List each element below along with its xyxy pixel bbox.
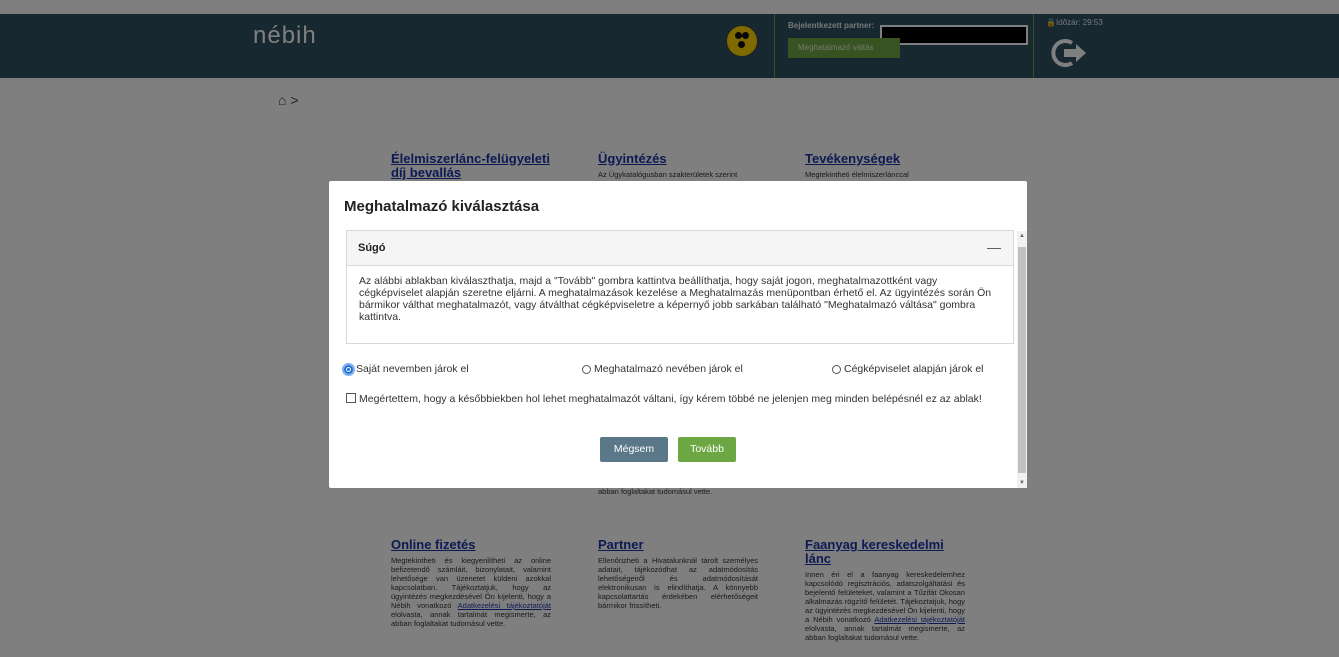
principal-select-dialog: Meghatalmazó kiválasztása Súgó — Az aláb…	[329, 181, 1027, 488]
dont-show-again-checkbox[interactable]	[346, 393, 356, 403]
dialog-title: Meghatalmazó kiválasztása	[344, 198, 540, 215]
dialog-scrollbar[interactable]: ▲ ▼	[1017, 231, 1027, 488]
radio-own-name[interactable]: Saját nevemben járok el	[342, 362, 469, 376]
scroll-up-icon[interactable]: ▲	[1019, 233, 1025, 239]
next-button[interactable]: Tovább	[678, 437, 736, 462]
help-title: Súgó	[358, 242, 386, 254]
radio-label[interactable]: Cégképviselet alapján járok el	[844, 363, 984, 375]
dont-show-again[interactable]: Megértettem, hogy a későbbiekben hol leh…	[346, 393, 1006, 405]
radio-label[interactable]: Saját nevemben járok el	[356, 363, 469, 375]
cancel-button[interactable]: Mégsem	[600, 437, 668, 462]
radio-button[interactable]	[832, 364, 841, 374]
collapse-icon[interactable]: —	[987, 239, 1001, 255]
radio-company[interactable]: Cégképviselet alapján járok el	[832, 363, 984, 375]
scrollbar-thumb[interactable]	[1018, 247, 1026, 473]
radio-button[interactable]	[582, 364, 591, 374]
help-text: Az alábbi ablakban kiválaszthatja, majd …	[359, 275, 992, 323]
help-panel: Súgó — Az alábbi ablakban kiválaszthatja…	[346, 230, 1014, 344]
scroll-down-icon[interactable]: ▼	[1019, 480, 1025, 486]
help-panel-header[interactable]: Súgó —	[347, 231, 1013, 266]
radio-label[interactable]: Meghatalmazó nevében járok el	[594, 363, 743, 375]
radio-button[interactable]	[342, 362, 355, 376]
dont-show-again-label[interactable]: Megértettem, hogy a későbbiekben hol leh…	[359, 393, 982, 405]
radio-principal[interactable]: Meghatalmazó nevében járok el	[582, 363, 743, 375]
